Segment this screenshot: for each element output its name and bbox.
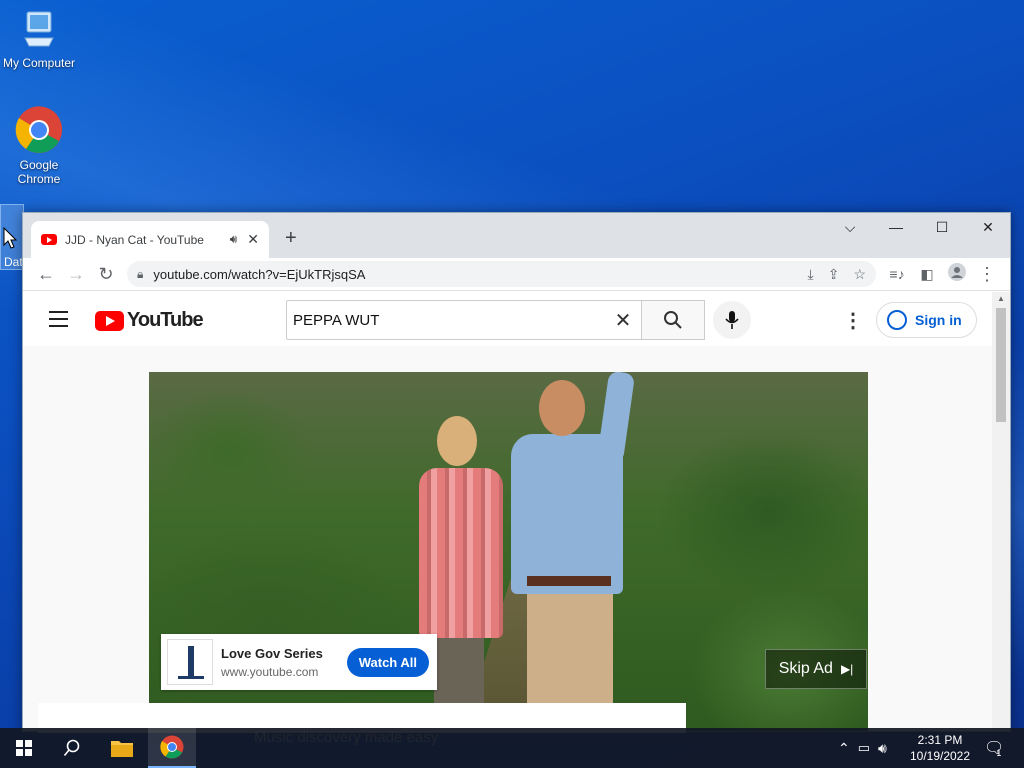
chrome-icon xyxy=(15,106,63,154)
speaker-icon[interactable]: 🔊︎ xyxy=(230,232,238,247)
clock-time: 2:31 PM xyxy=(917,733,963,747)
voice-search-button[interactable] xyxy=(713,301,751,339)
desktop-icon-my-computer[interactable]: My Computer xyxy=(1,10,77,70)
volume-icon[interactable]: 🔊︎ xyxy=(878,740,887,757)
search-icon xyxy=(664,311,682,329)
video-woman xyxy=(437,416,477,466)
video-man xyxy=(527,576,611,586)
new-tab-button[interactable]: + xyxy=(285,227,297,250)
folder-icon xyxy=(111,741,133,757)
tab-youtube[interactable]: JJD - Nyan Cat - YouTube 🔊︎ ✕ xyxy=(31,221,269,258)
video-player[interactable]: Love Gov Series www.youtube.com Watch Al… xyxy=(149,372,868,731)
clock-date: 10/19/2022 xyxy=(909,749,971,763)
video-man xyxy=(539,380,585,436)
search-taskbar-button[interactable] xyxy=(48,728,96,768)
taskbar: ⌃ ▭ 🔊︎ 2:31 PM 10/19/2022 🗨︎ 1 xyxy=(0,728,1024,768)
bookmark-star-icon[interactable]: ☆ xyxy=(853,266,866,283)
address-bar[interactable]: 🔒︎ youtube.com/watch?v=EjUkTRjsqSA ⤓ ⇪ ☆ xyxy=(127,261,876,287)
notifications-button[interactable]: 🗨︎ 1 xyxy=(984,728,1004,768)
desktop-icon-google-chrome[interactable]: Google Chrome xyxy=(1,106,77,186)
system-tray: ⌃ ▭ 🔊︎ xyxy=(838,728,887,768)
tab-strip: JJD - Nyan Cat - YouTube 🔊︎ ✕ + ⌵ — ☐ ✕ xyxy=(23,213,1010,258)
share-icon[interactable]: ⇪ xyxy=(828,266,840,283)
clock[interactable]: 2:31 PM 10/19/2022 xyxy=(902,732,978,764)
forward-button[interactable]: → xyxy=(61,264,91,285)
settings-menu-icon[interactable]: ⋮ xyxy=(843,308,863,333)
lock-icon: 🔒︎ xyxy=(137,266,144,281)
media-control-icon[interactable]: ≡♪ xyxy=(882,266,912,282)
watch-all-button[interactable]: Watch All xyxy=(346,647,429,677)
youtube-header: YouTube PEPPA WUT ✕ ⋮ Sign in xyxy=(23,292,994,346)
music-discovery-tagline: Music discovery made easy xyxy=(254,729,439,746)
computer-icon xyxy=(22,10,56,52)
ad-url: www.youtube.com xyxy=(221,664,319,679)
notification-count: 1 xyxy=(996,748,1002,758)
skip-ad-label: Skip Ad xyxy=(778,660,833,677)
mouse-cursor-icon xyxy=(3,227,17,249)
hamburger-menu-icon[interactable] xyxy=(49,311,68,332)
youtube-logo-icon xyxy=(95,310,124,331)
windows-logo-icon xyxy=(16,740,32,756)
search-icon xyxy=(63,739,80,757)
show-hidden-icons-icon[interactable]: ⌃ xyxy=(838,740,850,757)
chrome-icon xyxy=(160,735,184,759)
reload-button[interactable]: ↻ xyxy=(91,264,121,285)
microphone-icon xyxy=(725,311,739,329)
maximize-button[interactable]: ☐ xyxy=(919,213,965,241)
search-query[interactable]: PEPPA WUT xyxy=(293,312,611,329)
youtube-favicon-icon xyxy=(41,234,57,245)
profile-avatar-icon[interactable] xyxy=(942,262,972,286)
search-button[interactable] xyxy=(641,300,705,340)
close-window-button[interactable]: ✕ xyxy=(965,213,1010,241)
start-button[interactable] xyxy=(0,728,48,768)
video-woman xyxy=(419,468,503,638)
sign-in-label: Sign in xyxy=(915,312,962,328)
browser-menu-icon[interactable]: ⋮ xyxy=(972,264,1002,285)
youtube-logo[interactable]: YouTube xyxy=(95,309,204,332)
page-scrollbar[interactable]: ▲ xyxy=(992,292,1010,731)
url-text[interactable]: youtube.com/watch?v=EjUkTRjsqSA xyxy=(153,267,793,282)
back-button[interactable]: ← xyxy=(31,264,61,285)
desktop-icon-label: My Computer xyxy=(2,56,76,70)
minimize-button[interactable]: — xyxy=(873,213,919,241)
install-app-icon[interactable]: ⤓ xyxy=(808,266,814,283)
desktop-icon-label: Google Chrome xyxy=(17,158,61,186)
sign-in-button[interactable]: Sign in xyxy=(876,302,977,338)
search-input[interactable]: PEPPA WUT ✕ xyxy=(286,300,642,340)
tab-search-button[interactable]: ⌵ xyxy=(827,213,873,241)
skip-next-icon: ▶| xyxy=(840,662,854,676)
browser-window: JJD - Nyan Cat - YouTube 🔊︎ ✕ + ⌵ — ☐ ✕ … xyxy=(22,212,1011,732)
lighthouse-logo-icon xyxy=(167,639,213,685)
ad-overlay-card[interactable]: Love Gov Series www.youtube.com Watch Al… xyxy=(161,634,437,690)
video-man xyxy=(511,434,623,594)
ad-title: Love Gov Series xyxy=(221,645,323,661)
tab-close-icon[interactable]: ✕ xyxy=(247,231,259,248)
scroll-up-arrow-icon[interactable]: ▲ xyxy=(992,292,1010,306)
clear-search-icon[interactable]: ✕ xyxy=(611,308,635,333)
skip-ad-button[interactable]: Skip Ad ▶| xyxy=(765,649,867,689)
account-icon xyxy=(887,310,907,330)
youtube-logo-text: YouTube xyxy=(127,309,204,331)
chrome-taskbar-button[interactable] xyxy=(148,728,196,768)
scrollbar-thumb[interactable] xyxy=(996,308,1006,422)
browser-toolbar: ← → ↻ 🔒︎ youtube.com/watch?v=EjUkTRjsqSA… xyxy=(23,258,1010,291)
tab-title: JJD - Nyan Cat - YouTube xyxy=(65,232,204,247)
file-explorer-button[interactable] xyxy=(98,728,146,768)
desktop-icon-label: Dat xyxy=(4,255,23,269)
network-icon[interactable]: ▭ xyxy=(858,740,870,756)
ad-text: Love Gov Series www.youtube.com xyxy=(221,646,347,679)
youtube-page: YouTube PEPPA WUT ✕ ⋮ Sign in Love Gov S… xyxy=(23,292,994,731)
side-panel-icon[interactable]: ◧ xyxy=(912,266,942,283)
